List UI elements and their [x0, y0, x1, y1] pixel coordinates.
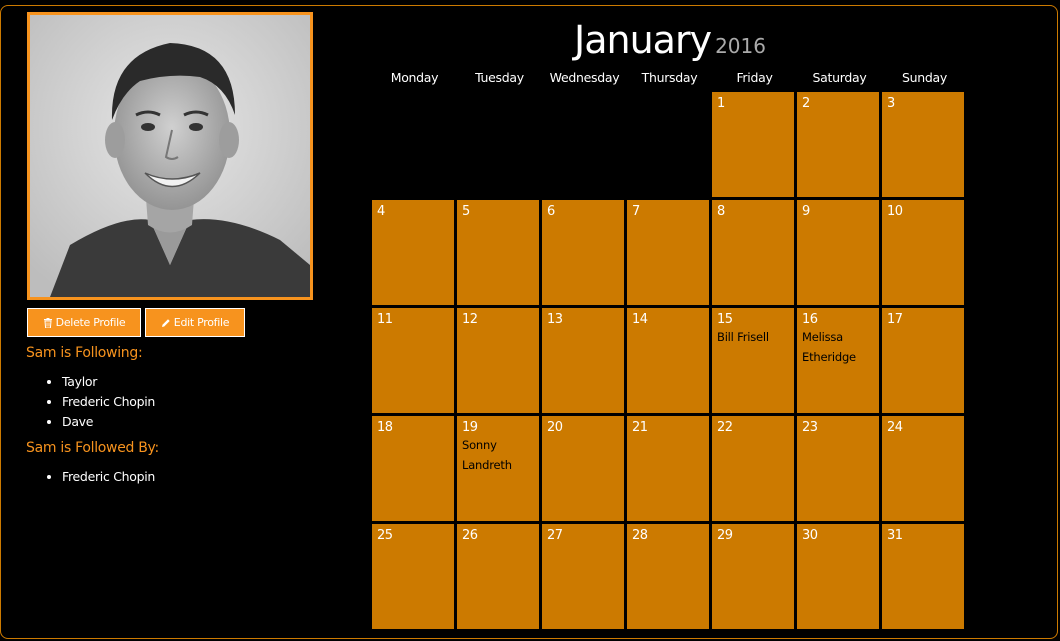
delete-profile-label: Delete Profile	[55, 316, 126, 329]
year-label: 2016	[715, 34, 766, 58]
day-number: 16	[802, 312, 818, 327]
day-number: 15	[717, 312, 733, 327]
weekday-header-row: Monday Tuesday Wednesday Thursday Friday Satu…	[372, 70, 970, 85]
calendar-day-cell[interactable]: 8	[712, 200, 794, 305]
calendar-day-cell[interactable]: 3	[882, 92, 964, 197]
weekday-header: Wednesday	[549, 70, 620, 85]
day-number: 4	[377, 204, 385, 219]
profile-photo	[27, 12, 313, 300]
day-number: 13	[547, 312, 563, 327]
calendar-day-cell[interactable]: 21	[627, 416, 709, 521]
day-number: 6	[547, 204, 555, 219]
follow-list-item[interactable]: Frederic Chopin	[62, 467, 155, 487]
calendar-day-cell[interactable]: 12	[457, 308, 539, 413]
weekday-header: Tuesday	[475, 70, 524, 85]
follow-list-item[interactable]: Frederic Chopin	[62, 392, 155, 412]
day-number: 22	[717, 420, 733, 435]
delete-profile-button[interactable]: Delete Profile	[27, 308, 141, 337]
followed-by-list: Frederic Chopin	[26, 467, 155, 487]
calendar-event[interactable]: Sonny Landreth	[462, 435, 534, 475]
day-number: 27	[547, 528, 563, 543]
calendar-day-cell[interactable]: 5	[457, 200, 539, 305]
day-number: 3	[887, 96, 895, 111]
calendar-day-cell[interactable]: 4	[372, 200, 454, 305]
calendar-day-cell[interactable]: 22	[712, 416, 794, 521]
weekday-header: Saturday	[812, 70, 867, 85]
follow-list-item[interactable]: Taylor	[62, 372, 155, 392]
calendar-day-cell[interactable]: 29	[712, 524, 794, 629]
calendar-blank-cell	[457, 92, 539, 197]
profile-photo-image	[30, 15, 310, 297]
calendar-day-cell[interactable]: 15 Bill Frisell	[712, 308, 794, 413]
day-number: 21	[632, 420, 648, 435]
day-number: 7	[632, 204, 640, 219]
calendar-day-cell[interactable]: 2	[797, 92, 879, 197]
day-number: 1	[717, 96, 725, 111]
calendar-day-cell[interactable]: 20	[542, 416, 624, 521]
followed-by-heading: Sam is Followed By:	[26, 440, 159, 456]
day-number: 19	[462, 420, 478, 435]
day-number: 8	[717, 204, 725, 219]
edit-profile-button[interactable]: Edit Profile	[145, 308, 245, 337]
calendar-day-cell[interactable]: 27	[542, 524, 624, 629]
weekday-header: Sunday	[902, 70, 947, 85]
month-name: January	[574, 18, 712, 62]
day-number: 29	[717, 528, 733, 543]
edit-profile-label: Edit Profile	[173, 316, 230, 329]
day-number: 9	[802, 204, 810, 219]
weekday-header: Thursday	[641, 70, 698, 85]
day-number: 26	[462, 528, 478, 543]
calendar-day-cell[interactable]: 1	[712, 92, 794, 197]
following-list: TaylorFrederic ChopinDave	[26, 372, 155, 432]
calendar-day-cell[interactable]: 19 Sonny Landreth	[457, 416, 539, 521]
day-number: 31	[887, 528, 903, 543]
day-number: 12	[462, 312, 478, 327]
day-number: 24	[887, 420, 903, 435]
calendar-day-cell[interactable]: 25	[372, 524, 454, 629]
calendar-event[interactable]: Bill Frisell	[717, 327, 789, 347]
calendar-day-cell[interactable]: 30	[797, 524, 879, 629]
calendar-title: January 2016	[370, 18, 970, 62]
calendar-event[interactable]: Melissa Etheridge	[802, 327, 874, 367]
calendar-blank-cell	[627, 92, 709, 197]
calendar-day-cell[interactable]: 6	[542, 200, 624, 305]
calendar-day-cell[interactable]: 17	[882, 308, 964, 413]
calendar-day-cell[interactable]: 14	[627, 308, 709, 413]
calendar-day-cell[interactable]: 23	[797, 416, 879, 521]
calendar-day-cell[interactable]: 31	[882, 524, 964, 629]
calendar-grid: 1 2 3 4 5 6 7 8 9 10 11 12 13 14 15 Bill Frisell 16 Melis…	[372, 92, 964, 629]
day-number: 25	[377, 528, 393, 543]
day-number: 2	[802, 96, 810, 111]
following-heading: Sam is Following:	[26, 345, 143, 361]
calendar-day-cell[interactable]: 13	[542, 308, 624, 413]
day-number: 5	[462, 204, 470, 219]
calendar-blank-cell	[542, 92, 624, 197]
calendar-day-cell[interactable]: 7	[627, 200, 709, 305]
calendar-day-cell[interactable]: 24	[882, 416, 964, 521]
day-number: 18	[377, 420, 393, 435]
day-number: 10	[887, 204, 903, 219]
calendar-blank-cell	[372, 92, 454, 197]
calendar-day-cell[interactable]: 18	[372, 416, 454, 521]
calendar-day-cell[interactable]: 16 Melissa Etheridge	[797, 308, 879, 413]
calendar-day-cell[interactable]: 9	[797, 200, 879, 305]
day-number: 23	[802, 420, 818, 435]
calendar-day-cell[interactable]: 10	[882, 200, 964, 305]
day-number: 14	[632, 312, 648, 327]
day-number: 11	[377, 312, 393, 327]
weekday-header: Friday	[736, 70, 773, 85]
pencil-icon	[161, 318, 170, 327]
follow-list-item[interactable]: Dave	[62, 412, 155, 432]
day-number: 17	[887, 312, 903, 327]
calendar-day-cell[interactable]: 28	[627, 524, 709, 629]
trash-icon	[43, 317, 52, 328]
day-number: 28	[632, 528, 648, 543]
day-number: 20	[547, 420, 563, 435]
calendar-day-cell[interactable]: 11	[372, 308, 454, 413]
weekday-header: Monday	[390, 70, 439, 85]
day-number: 30	[802, 528, 818, 543]
calendar-day-cell[interactable]: 26	[457, 524, 539, 629]
